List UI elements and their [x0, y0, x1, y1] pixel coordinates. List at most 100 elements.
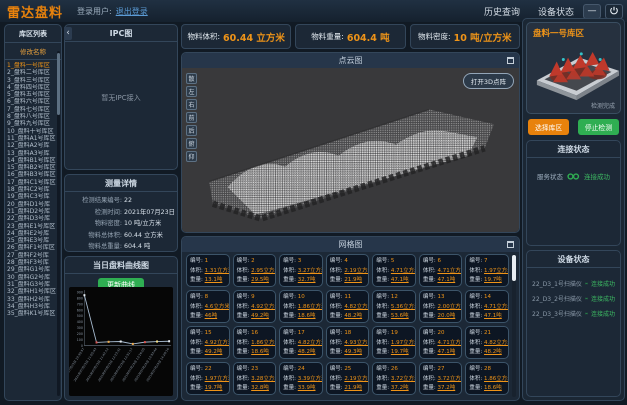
- sidebar-item[interactable]: 23_盘料E1号库区: [7, 223, 61, 230]
- sidebar-item[interactable]: 5_盘料五号库区: [7, 91, 61, 98]
- svg-text:2021年07月23日 13:53:44: 2021年07月23日 13:53:44: [133, 346, 158, 382]
- open-3d-button[interactable]: 打开3D点阵: [463, 73, 514, 89]
- grid-cell-id: 编号: 11: [330, 293, 366, 303]
- device-name: 22_D3_1号扫描仪: [532, 279, 582, 288]
- grid-cell-id: 编号: 5: [376, 257, 412, 267]
- grid-cell-id: 编号: 10: [283, 293, 319, 303]
- grid-cell-id: 编号: 22: [190, 365, 226, 375]
- grid-scrollbar-thumb[interactable]: [512, 255, 516, 281]
- sidebar-item[interactable]: 10_盘料十号库区: [7, 128, 61, 135]
- grid-cell-id: 编号: 19: [376, 329, 412, 339]
- sidebar-item[interactable]: 11_盘料A1号库区: [7, 135, 61, 142]
- logout-link[interactable]: 退出登录: [116, 6, 148, 17]
- sidebar-item[interactable]: 26_盘料F1号库区: [7, 244, 61, 251]
- grid-cell-volume: 体积: 3.72立方米: [376, 375, 412, 385]
- sidebar-item[interactable]: 13_盘料A3号库: [7, 150, 61, 157]
- sidebar-item[interactable]: 29_盘料G1号库: [7, 266, 61, 273]
- sidebar-item[interactable]: 22_盘料D3号库: [7, 215, 61, 222]
- sidebar-item[interactable]: 9_盘料九号库区: [7, 120, 61, 127]
- grid-cell-id: 编号: 28: [469, 365, 505, 375]
- rename-link[interactable]: 修改名称: [5, 43, 61, 60]
- collapse-arrow-icon[interactable]: ‹: [64, 27, 72, 40]
- minimize-button[interactable]: —: [583, 4, 601, 19]
- sidebar-item[interactable]: 25_盘料E3号库: [7, 237, 61, 244]
- grid-cell: 编号: 2体积: 2.95立方米重量: 29.5吨: [233, 254, 277, 287]
- sidebar-item[interactable]: 20_盘料D1号库: [7, 201, 61, 208]
- maximize-icon[interactable]: [507, 57, 514, 64]
- nav-device-status[interactable]: 设备状态: [538, 5, 574, 18]
- sidebar-item[interactable]: 19_盘料C3号库: [7, 193, 61, 200]
- grid-cell-weight: 重量: 18.6吨: [469, 384, 505, 394]
- grid-cell-id: 编号: 23: [237, 365, 273, 375]
- view-button[interactable]: 散: [186, 73, 197, 84]
- sidebar-item[interactable]: 7_盘料七号库区: [7, 106, 61, 113]
- sidebar-item[interactable]: 28_盘料F3号库: [7, 259, 61, 266]
- grid-cell: 编号: 25体积: 2.19立方米重量: 21.9吨: [326, 362, 370, 395]
- view-button[interactable]: 后: [186, 125, 197, 136]
- sidebar-item[interactable]: 17_盘料C1号库区: [7, 179, 61, 186]
- selected-area-panel: 盘料一号库区: [526, 22, 621, 114]
- view-button[interactable]: 左: [186, 86, 197, 97]
- grid-cell: 编号: 4体积: 2.19立方米重量: 21.9吨: [326, 254, 370, 287]
- grid-cell: 编号: 9体积: 4.92立方米重量: 49.2吨: [233, 290, 277, 323]
- grid-cell-weight: 重量: 19.7吨: [376, 348, 412, 358]
- view-button[interactable]: 仰: [186, 151, 197, 162]
- stat-box: 物料体积:60.44 立方米: [181, 24, 291, 49]
- view-button[interactable]: 前: [186, 112, 197, 123]
- sidebar-item[interactable]: 8_盘料八号库区: [7, 113, 61, 120]
- sidebar-item[interactable]: 12_盘料A2号库: [7, 142, 61, 149]
- link-icon: [585, 280, 588, 287]
- sidebar-item[interactable]: 3_盘料三号库区: [7, 77, 61, 84]
- power-button[interactable]: [605, 4, 623, 19]
- grid-cell-volume: 体积: 1.86立方米: [469, 375, 505, 385]
- sidebar-item[interactable]: 2_盘料二号库区: [7, 69, 61, 76]
- storage-area-panel: 库区列表 修改名称 1_盘料一号库区2_盘料二号库区3_盘料三号库区4_盘料四号…: [4, 24, 62, 401]
- view-button[interactable]: 右: [186, 99, 197, 110]
- stat-value: 60.44 立方米: [223, 30, 285, 44]
- select-area-button[interactable]: 选择库区: [528, 119, 569, 135]
- sidebar-item[interactable]: 32_盘料H1号库区: [7, 288, 61, 295]
- right-column: 盘料一号库区: [522, 18, 625, 401]
- sidebar-item[interactable]: 24_盘料E2号库: [7, 230, 61, 237]
- detail-field: 物料总体积:60.44 立方米: [65, 230, 175, 242]
- sidebar-item[interactable]: 1_盘料一号库区: [7, 62, 61, 69]
- detail-field: 物料密度:10 吨/立方米: [65, 218, 175, 230]
- grid-cell-volume: 体积: 4.6立方米: [190, 303, 226, 313]
- sidebar-item[interactable]: 4_盘料四号库区: [7, 84, 61, 91]
- grid-cell-volume: 体积: 3.72立方米: [423, 375, 459, 385]
- grid-cell-volume: 体积: 2.19立方米: [330, 267, 366, 277]
- sidebar-item[interactable]: 21_盘料D2号库: [7, 208, 61, 215]
- grid-cell: 编号: 24体积: 3.39立方米重量: 33.9吨: [279, 362, 323, 395]
- device-row: 22_D3_1号扫描仪连接成功: [527, 276, 620, 291]
- grid-cell-weight: 重量: 19.7吨: [190, 384, 226, 394]
- grid-scrollbar[interactable]: [512, 254, 516, 397]
- sidebar-item[interactable]: 34_盘料H3号库: [7, 303, 61, 310]
- nav-history-query[interactable]: 历史查询: [484, 5, 520, 18]
- sidebar-scrollbar[interactable]: [57, 51, 60, 396]
- sidebar-item[interactable]: 18_盘料C2号库: [7, 186, 61, 193]
- grid-cell-id: 编号: 20: [423, 329, 459, 339]
- grid-cell-id: 编号: 4: [330, 257, 366, 267]
- grid-title: 网格图: [182, 237, 519, 252]
- grid-maximize-icon[interactable]: [507, 241, 514, 248]
- pointcloud-viewport[interactable]: 散左右前后俯仰 打开3D点阵: [182, 68, 519, 232]
- detail-field: 检测时间:2021年07月23日 14:20:16: [65, 207, 175, 219]
- sidebar-item[interactable]: 27_盘料F2号库: [7, 252, 61, 259]
- grid-cell-weight: 重量: 49.2吨: [190, 348, 226, 358]
- view-button[interactable]: 俯: [186, 138, 197, 149]
- grid-cell-weight: 重量: 19.7吨: [469, 276, 505, 286]
- grid-cell-weight: 重量: 49.2吨: [237, 312, 273, 322]
- sidebar-item[interactable]: 16_盘料B3号库区: [7, 171, 61, 178]
- grid-cell-weight: 重量: 47.1吨: [423, 348, 459, 358]
- grid-cell: 编号: 27体积: 3.72立方米重量: 37.2吨: [419, 362, 463, 395]
- sidebar-item[interactable]: 30_盘料G2号库: [7, 274, 61, 281]
- sidebar-item[interactable]: 14_盘料B1号库区: [7, 157, 61, 164]
- sidebar-item[interactable]: 31_盘料G3号库: [7, 281, 61, 288]
- sidebar-item[interactable]: 6_盘料六号库区: [7, 98, 61, 105]
- sidebar-item[interactable]: 35_盘料K1号库区: [7, 310, 61, 317]
- sidebar-scrollbar-thumb[interactable]: [57, 53, 60, 115]
- sidebar-item[interactable]: 33_盘料H2号库: [7, 296, 61, 303]
- stop-detection-button[interactable]: 停止检测: [578, 119, 619, 135]
- svg-text:100: 100: [77, 338, 83, 342]
- sidebar-item[interactable]: 15_盘料B2号库区: [7, 164, 61, 171]
